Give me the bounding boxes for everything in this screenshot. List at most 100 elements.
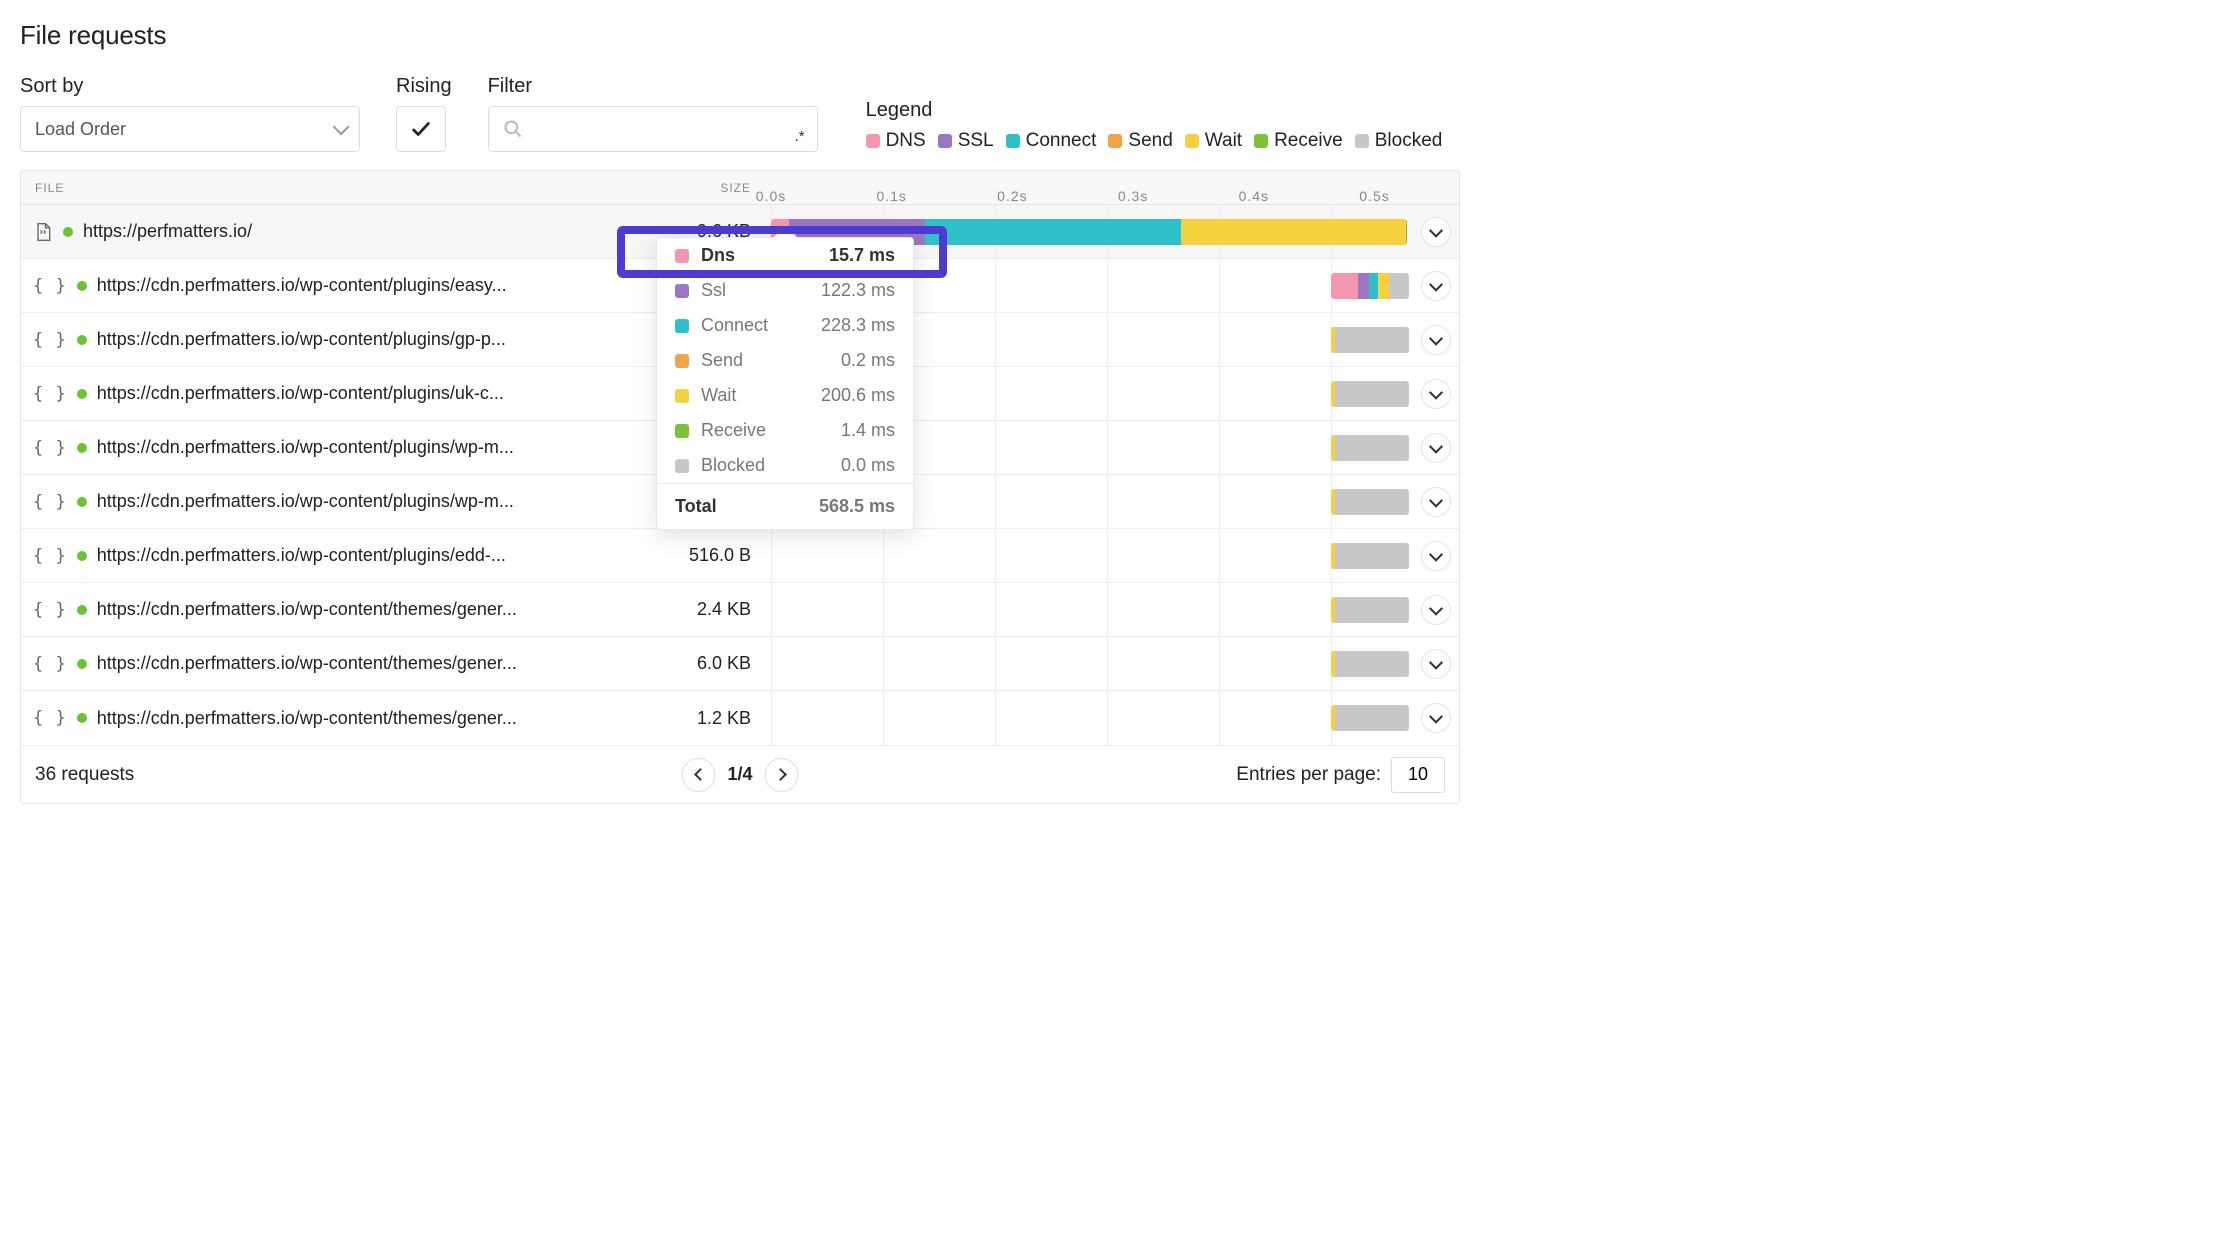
expand-button[interactable] [1421,487,1451,517]
chevron-right-icon [774,768,787,781]
table-row[interactable]: { } https://cdn.perfmatters.io/wp-conten… [21,637,1459,691]
status-dot-icon [77,443,87,453]
css-file-icon: { } [33,276,67,296]
tooltip-value: 0.2 ms [841,350,895,371]
expand-button[interactable] [1421,325,1451,355]
chevron-down-icon [1429,223,1443,237]
status-dot-icon [77,605,87,615]
tooltip-value: 122.3 ms [821,280,895,301]
chevron-down-icon [1429,493,1443,507]
file-size: 6.0 KB [541,653,771,674]
entries-input[interactable] [1391,757,1445,793]
legend-text: Blocked [1375,130,1443,152]
bar-segment [1335,489,1409,515]
swatch-icon [675,354,689,368]
css-file-icon: { } [33,600,67,620]
legend-text: Wait [1205,130,1242,152]
table-footer: 36 requests 1/4 Entries per page: [21,745,1459,803]
tooltip-total-value: 568.5 ms [819,496,895,517]
swatch-icon [675,459,689,473]
tooltip-row: Wait 200.6 ms [657,378,913,413]
waterfall-bar[interactable] [1331,489,1409,515]
legend-item: SSL [938,130,994,152]
tooltip-row: Send 0.2 ms [657,343,913,378]
tooltip-row: Dns 15.7 ms [657,238,913,273]
table-header: FILE SIZE 0.0s0.1s0.2s0.3s0.4s0.5s [21,171,1459,205]
waterfall-bar[interactable] [1331,651,1409,677]
bar-segment [1331,273,1358,299]
tick-label: 0.2s [997,188,1027,204]
expand-button[interactable] [1421,271,1451,301]
legend-item: Send [1108,130,1172,152]
expand-button[interactable] [1421,433,1451,463]
chevron-down-icon [1429,331,1443,345]
legend-text: Connect [1026,130,1097,152]
status-dot-icon [77,497,87,507]
col-file: FILE [21,181,541,195]
timeline-area [771,529,1409,582]
file-url: https://cdn.perfmatters.io/wp-content/pl… [97,545,506,566]
waterfall-bar[interactable] [1331,543,1409,569]
expand-button[interactable] [1421,541,1451,571]
next-page-button[interactable] [765,758,799,792]
expand-button[interactable] [1421,217,1451,247]
swatch-icon [675,424,689,438]
timing-tooltip: Dns 15.7 ms Ssl 122.3 ms Connect 228.3 m… [656,237,914,530]
legend-item: Wait [1185,130,1242,152]
file-requests-table: FILE SIZE 0.0s0.1s0.2s0.3s0.4s0.5s https… [20,170,1460,804]
rising-toggle[interactable] [396,106,446,152]
tick-label: 0.5s [1359,188,1389,204]
bar-segment [1335,381,1409,407]
legend-label: Legend [866,99,1443,122]
waterfall-bar[interactable] [1331,327,1409,353]
expand-button[interactable] [1421,703,1451,733]
expand-button[interactable] [1421,595,1451,625]
tooltip-label: Dns [701,245,817,266]
file-url: https://cdn.perfmatters.io/wp-content/pl… [97,329,506,350]
bar-segment [1335,327,1409,353]
pager: 1/4 [681,758,798,792]
filter-input[interactable] [531,120,803,138]
page-title: File requests [20,20,1460,51]
expand-button[interactable] [1421,649,1451,679]
tooltip-row: Receive 1.4 ms [657,413,913,448]
html-file-icon [33,221,53,243]
tick-label: 0.3s [1118,188,1148,204]
status-dot-icon [77,389,87,399]
bar-segment [1358,273,1369,299]
expand-button[interactable] [1421,379,1451,409]
chevron-down-icon [1429,655,1443,669]
tooltip-value: 228.3 ms [821,315,895,336]
waterfall-bar[interactable] [1331,381,1409,407]
filter-field[interactable]: .* [488,106,818,152]
filter-label: Filter [488,75,818,98]
search-icon [503,119,523,139]
bar-segment [1389,273,1409,299]
swatch-icon [675,319,689,333]
request-count: 36 requests [35,764,134,786]
tooltip-value: 1.4 ms [841,420,895,441]
file-url: https://cdn.perfmatters.io/wp-content/th… [97,708,517,729]
css-file-icon: { } [33,330,67,350]
bar-segment [1335,705,1409,731]
waterfall-bar[interactable] [1331,435,1409,461]
timeline-area [771,637,1409,690]
css-file-icon: { } [33,492,67,512]
waterfall-bar[interactable] [1331,705,1409,731]
table-row[interactable]: { } https://cdn.perfmatters.io/wp-conten… [21,529,1459,583]
swatch-icon [675,389,689,403]
table-row[interactable]: { } https://cdn.perfmatters.io/wp-conten… [21,583,1459,637]
bar-segment [1335,543,1409,569]
table-row[interactable]: { } https://cdn.perfmatters.io/wp-conten… [21,691,1459,745]
prev-page-button[interactable] [681,758,715,792]
check-icon [410,118,432,140]
bar-segment [1335,651,1409,677]
waterfall-bar[interactable] [1331,597,1409,623]
waterfall-bar[interactable] [1331,273,1409,299]
file-url: https://cdn.perfmatters.io/wp-content/pl… [97,383,504,404]
file-url: https://perfmatters.io/ [83,221,252,242]
swatch-icon [1254,134,1268,148]
bar-segment [925,219,1181,245]
col-size: SIZE [541,181,771,195]
sort-select[interactable]: Load Order [20,106,360,152]
